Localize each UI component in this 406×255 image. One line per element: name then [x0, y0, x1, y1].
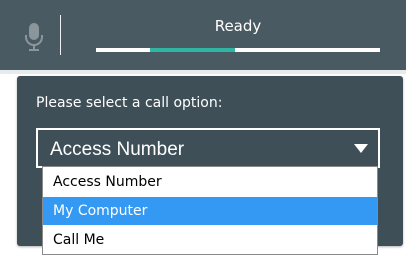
select-prompt: Please select a call option: — [36, 95, 223, 111]
header-divider — [60, 15, 61, 55]
microphone-button[interactable] — [17, 20, 51, 54]
progress-bar — [96, 48, 380, 52]
header-bottom-border — [0, 70, 406, 74]
status-label: Ready — [214, 17, 262, 35]
top-status-bar: Ready — [0, 0, 406, 70]
option-call-me[interactable]: Call Me — [43, 226, 377, 254]
option-access-number[interactable]: Access Number — [43, 168, 377, 196]
microphone-icon — [25, 23, 43, 51]
progress-fill — [150, 48, 235, 52]
select-value: Access Number — [50, 139, 185, 160]
option-my-computer[interactable]: My Computer — [43, 197, 377, 225]
call-option-select[interactable]: Access Number — [36, 128, 380, 168]
call-option-dropdown: Access Number My Computer Call Me — [42, 166, 378, 255]
chevron-down-icon[interactable] — [354, 144, 368, 153]
